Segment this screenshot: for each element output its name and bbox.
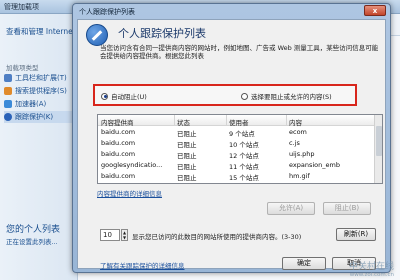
status-cell: 已阻止: [177, 163, 197, 171]
manage-addons-sidebar: 查看和管理 Internet 加载项类型 工具栏和扩展(T) 搜索提供程序(S)…: [0, 14, 78, 280]
watermark-url: www.zol.com.cn: [349, 272, 394, 278]
content-cell: ecom: [289, 128, 307, 136]
dialog-title: 个人跟踪保护列表: [79, 8, 135, 16]
choose-content-label: 选择要阻止或允许的内容(S): [251, 93, 332, 101]
table-row[interactable]: baidu.com 已阻止 15 个站点 hm.gif: [98, 171, 376, 182]
content-cell: c.js: [289, 139, 300, 147]
personal-list-heading: 您的个人列表: [6, 225, 61, 235]
content-cell: uijs.php: [289, 150, 315, 158]
addon-types-heading: 加载项类型: [6, 64, 39, 72]
personal-tracking-dialog: 个人跟踪保护列表 x 个人跟踪保护列表 当您访问含有合同一提供商内容的网站时，例…: [72, 3, 391, 273]
dialog-description: 当您访问含有合同一提供商内容的网站时，例如地图、广告或 Web 测量工具，某些访…: [100, 44, 379, 60]
column-header-status[interactable]: 状态: [177, 117, 190, 127]
site-count-description: 显示您已访问的此数目的网站所使用的提供商内容。(3-30): [132, 233, 302, 241]
status-cell: 已阻止: [177, 130, 197, 138]
auto-block-label: 自动阻止(U): [111, 93, 147, 101]
table-row[interactable]: baidu.com 已阻止 10 个站点 c.js: [98, 138, 376, 149]
provider-cell: baidu.com: [101, 139, 136, 147]
sidebar-item-label: 搜索提供程序(S): [15, 87, 67, 95]
view-manage-link[interactable]: 查看和管理 Internet: [6, 26, 76, 37]
radio-selected-indicator[interactable]: [101, 92, 108, 100]
sidebar-item-label: 跟踪保护(K): [15, 113, 54, 121]
no-entry-icon: [4, 113, 12, 121]
allow-button[interactable]: 允许(A): [267, 202, 315, 215]
sidebar-item-tracking-protection[interactable]: 跟踪保护(K): [4, 111, 74, 123]
content-provider-table: 内容提供商 状态 使用者 内容 baidu.com 已阻止 9 个站点 ecom…: [97, 114, 383, 184]
sidebar-item-search[interactable]: 搜索提供程序(S): [4, 85, 67, 97]
learn-more-link[interactable]: 了解有关跟踪保护的详细信息: [100, 260, 185, 270]
column-header-content[interactable]: 内容: [289, 117, 302, 127]
status-cell: 已阻止: [177, 174, 197, 182]
manage-addons-title: 管理加载项: [4, 3, 39, 11]
auto-block-radio[interactable]: 自动阻止(U): [101, 91, 147, 101]
used-by-cell: 10 个站点: [229, 141, 259, 149]
watermark-main: 中关村在线: [348, 262, 394, 272]
dialog-heading: 个人跟踪保护列表: [118, 27, 206, 40]
provider-info-link[interactable]: 内容提供商的详细信息: [97, 188, 162, 198]
column-divider: [174, 115, 175, 126]
choose-content-radio[interactable]: 选择要阻止或允许的内容(S): [241, 91, 332, 101]
personal-list-note: 正在设置此列表...: [6, 238, 58, 246]
used-by-cell: 9 个站点: [229, 130, 255, 138]
ok-button[interactable]: 确定: [282, 257, 326, 270]
provider-cell: baidu.com: [101, 150, 136, 158]
spinner-arrows[interactable]: ▲ ▼: [121, 229, 128, 241]
column-divider: [286, 115, 287, 126]
accelerator-icon: [4, 100, 12, 108]
refresh-button[interactable]: 刷新(R): [336, 228, 376, 241]
table-row[interactable]: baidu.com 已阻止 9 个站点 ecom: [98, 127, 376, 138]
dialog-titlebar: 个人跟踪保护列表 x: [73, 4, 390, 18]
column-divider: [226, 115, 227, 126]
sidebar-item-accelerators[interactable]: 加速器(A): [4, 98, 46, 110]
provider-cell: baidu.com: [101, 128, 136, 136]
close-button[interactable]: x: [364, 5, 386, 16]
sidebar-item-toolbars[interactable]: 工具栏和扩展(T): [4, 72, 67, 84]
scrollbar-thumb[interactable]: [376, 126, 382, 156]
column-header-provider[interactable]: 内容提供商: [101, 117, 134, 127]
content-cell: hm.gif: [289, 172, 310, 180]
site-watermark: 中关村在线 www.zol.com.cn: [349, 259, 394, 278]
table-row[interactable]: googlesyndicatio... 已阻止 11 个站点 expansion…: [98, 160, 376, 171]
dialog-body: 个人跟踪保护列表 当您访问含有合同一提供商内容的网站时，例如地图、广告或 Web…: [77, 19, 386, 270]
site-count-input[interactable]: 10: [100, 229, 120, 241]
status-cell: 已阻止: [177, 152, 197, 160]
provider-cell: googlesyndicatio...: [101, 161, 163, 169]
used-by-cell: 12 个站点: [229, 152, 259, 160]
sidebar-item-label: 加速器(A): [15, 100, 47, 108]
provider-cell: baidu.com: [101, 172, 136, 180]
content-cell: expansion_emb: [289, 161, 340, 169]
used-by-cell: 11 个站点: [229, 163, 259, 171]
table-row[interactable]: baidu.com 已阻止 12 个站点 uijs.php: [98, 149, 376, 160]
column-header-used-by[interactable]: 使用者: [229, 117, 249, 127]
toolbar-icon: [4, 74, 12, 82]
used-by-cell: 15 个站点: [229, 174, 259, 182]
radio-indicator[interactable]: [241, 92, 248, 100]
status-cell: 已阻止: [177, 141, 197, 149]
blocking-mode-group: 自动阻止(U) 选择要阻止或允许的内容(S): [93, 84, 357, 106]
sidebar-item-label: 工具栏和扩展(T): [15, 74, 67, 82]
search-icon: [4, 87, 12, 95]
table-header: 内容提供商 状态 使用者 内容: [98, 115, 376, 127]
block-button[interactable]: 阻止(B): [323, 202, 371, 215]
table-scrollbar[interactable]: [374, 115, 382, 183]
block-icon: [86, 24, 108, 46]
